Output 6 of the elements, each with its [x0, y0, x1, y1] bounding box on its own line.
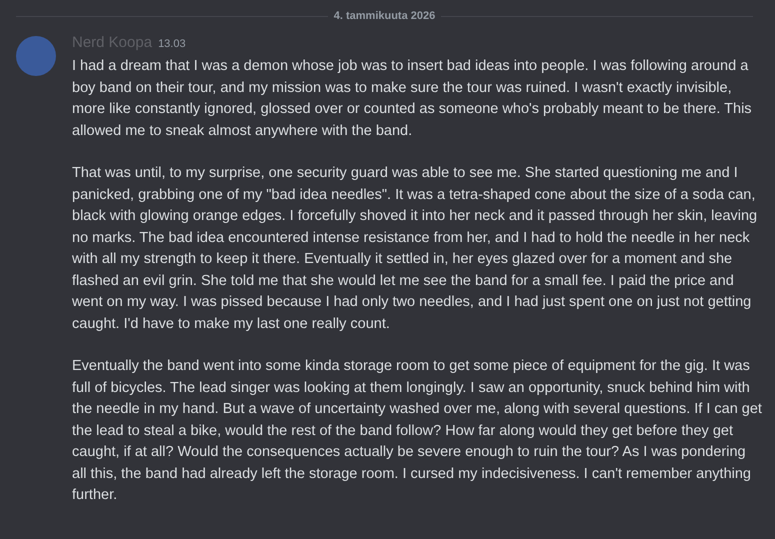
timestamp: 13.03 [158, 38, 186, 50]
date-divider: 4. tammikuuta 2026 [334, 10, 436, 22]
message-paragraph: That was until, to my surprise, one security guard was able to see me. She started questioning me and I panicked, grabbing one of my "bad idea needles". It was a tetra-shaped cone about the size of a soda can, black with glowing orange edges. I forcefully shoved it into her neck and it passed through her skin, leaving no marks. The bad idea encountered intense resistance from her, and I had to hold the needle in her neck with all my strength to keep it there. Eventually it settled in, her eyes glazed over for a moment and she flashed an evil grin. She told me that she would let me see the band for a small fee. I paid the price and went on my way. I was pissed because I had only two needles, and I had just spent one on just not getting caught. I'd have to make my last one really count. [72, 164, 758, 334]
message-paragraph: I had a dream that I was a demon whose job was to insert bad ideas into people. I was following around a boy band on their tour, and my mission was to make sure the tour was ruined. I wasn't exactly invisible, more like constantly ignored, glossed over or counted as someone who's probably meant to be there. This allowed me to sneak almost anywhere with the band. [72, 57, 753, 140]
avatar[interactable] [16, 36, 56, 76]
message-paragraph: Eventually the band went into some kinda storage room to get some piece of equipment for the gig. It was full of bicycles. The lead singer was looking at them longingly. I saw an opportunity, snuck behind him with the needle in my hand. But a wave of uncertainty washed over me, along with several questions. If I can get the lead to steal a bike, would the rest of the band follow? How far along would they get before they get caught, if at all? Would the consequences actually be severe enough to ruin the tour? As I was pondering all this, the band had already left the storage room. I cursed my indecisiveness. I can't remember anything further. [72, 357, 762, 505]
